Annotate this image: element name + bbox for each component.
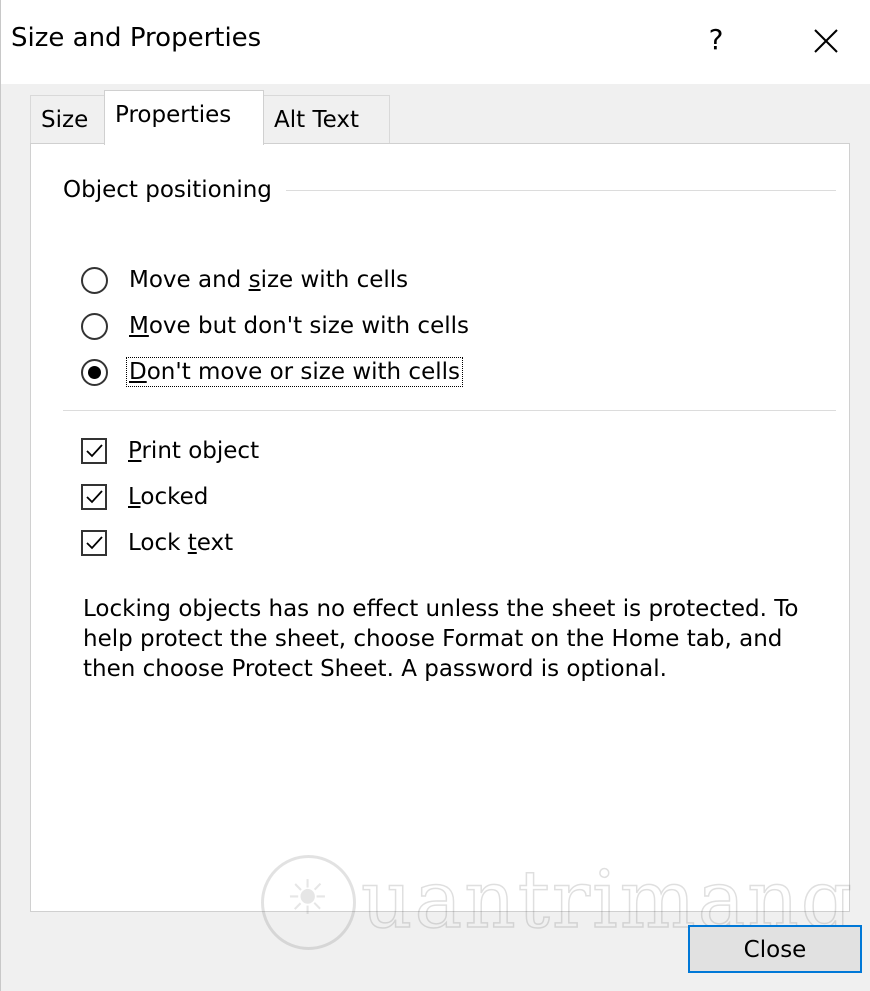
close-icon[interactable] [799, 14, 853, 68]
properties-panel: Object positioning Move and size with ce… [30, 143, 850, 912]
radio-label: Don't move or size with cells [126, 357, 463, 387]
checkbox-label: Print object [128, 438, 260, 464]
tab-properties[interactable]: Properties [104, 90, 264, 145]
checkbox-label: Lock text [128, 530, 234, 556]
radio-move-dont-size[interactable]: Move but don't size with cells [81, 306, 641, 346]
tab-size[interactable]: Size [30, 95, 106, 144]
tab-alt-text[interactable]: Alt Text [263, 95, 390, 144]
checkmark-icon[interactable] [81, 438, 107, 464]
radio-dont-move-or-size[interactable]: Don't move or size with cells [81, 352, 641, 392]
checkbox-lock-text[interactable]: Lock text [81, 523, 641, 563]
radio-button[interactable] [81, 312, 108, 340]
radio-label: Move and size with cells [129, 267, 409, 293]
size-and-properties-dialog: Size and Properties ? Size Properties Al… [0, 0, 870, 991]
info-line: Locking objects has no effect unless the… [83, 596, 799, 622]
object-positioning-heading: Object positioning [63, 177, 282, 203]
radio-label: Move but don't size with cells [129, 313, 469, 339]
radio-button[interactable] [81, 266, 108, 294]
tab-strip: Size Properties Alt Text [30, 90, 850, 145]
radio-move-and-size[interactable]: Move and size with cells [81, 260, 641, 300]
radio-button-selected[interactable] [81, 358, 108, 386]
checkbox-label: Locked [128, 484, 209, 510]
checkbox-locked[interactable]: Locked [81, 477, 641, 517]
checkmark-icon[interactable] [81, 530, 107, 556]
dialog-title: Size and Properties [11, 23, 262, 53]
info-line: help protect the sheet, choose Format on… [83, 626, 783, 652]
help-button[interactable]: ? [695, 16, 737, 64]
close-button[interactable]: Close [688, 925, 862, 973]
group-divider [286, 190, 836, 191]
checkmark-icon[interactable] [81, 484, 107, 510]
checkbox-print-object[interactable]: Print object [81, 431, 641, 471]
section-divider [63, 410, 836, 411]
info-line: then choose Protect Sheet. A password is… [83, 656, 667, 682]
title-bar: Size and Properties ? [1, 0, 870, 84]
locking-info-text: Locking objects has no effect unless the… [83, 594, 843, 684]
